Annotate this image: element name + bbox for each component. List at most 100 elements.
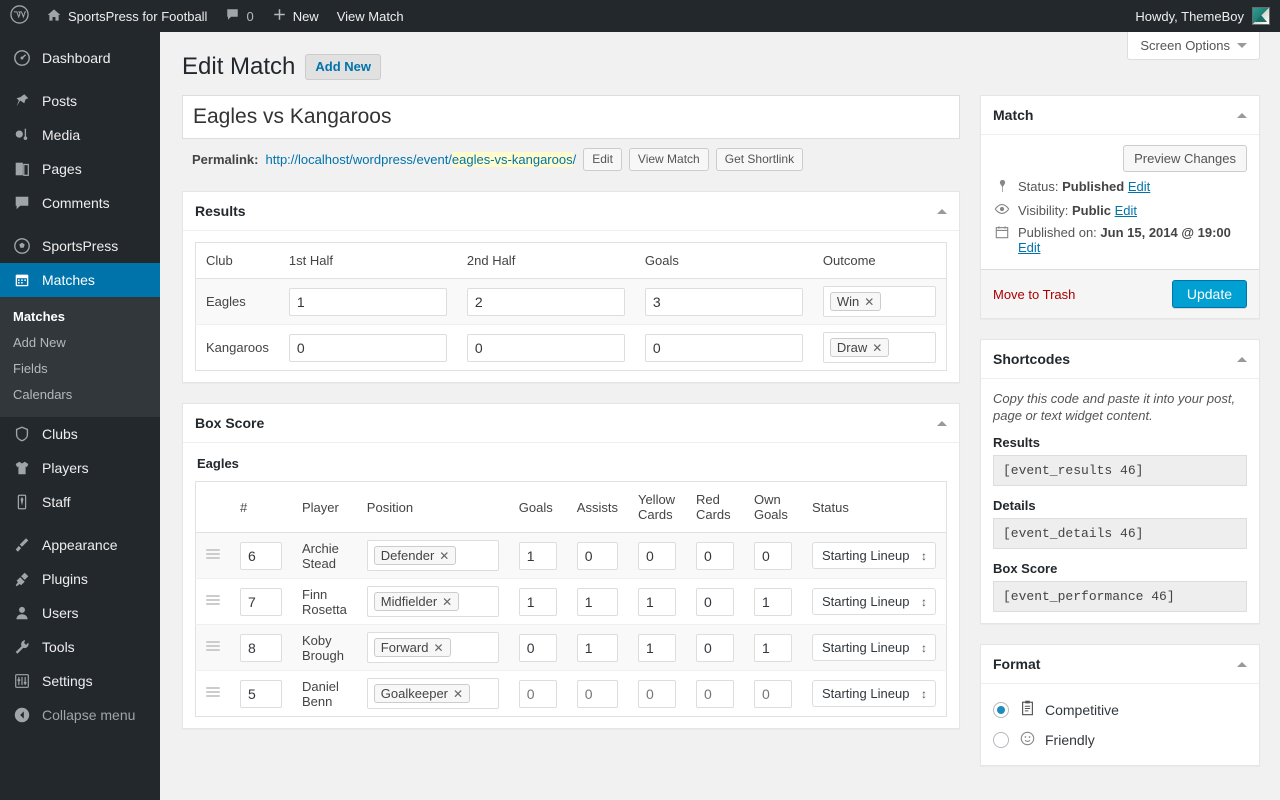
sidebar-item-tools[interactable]: Tools [0,630,160,664]
edit-visibility-link[interactable]: Edit [1115,203,1137,218]
drag-handle-icon[interactable] [206,639,220,653]
chevron-up-icon[interactable] [1237,357,1247,362]
second-half-input[interactable] [467,288,625,316]
sidebar-item-users[interactable]: Users [0,596,160,630]
goals-input[interactable] [519,542,557,570]
submenu-item-matches[interactable]: Matches [0,304,160,330]
drag-cell[interactable] [196,579,231,625]
chevron-up-icon[interactable] [1237,113,1247,118]
preview-changes-button[interactable]: Preview Changes [1123,145,1247,172]
shortcode-code-details[interactable]: [event_details 46] [993,518,1247,549]
sidebar-item-comments[interactable]: Comments [0,186,160,220]
red-cards-input[interactable] [696,634,734,662]
wordpress-logo-button[interactable] [0,0,37,32]
new-content-menu[interactable]: New [263,0,328,32]
player-number-input[interactable] [240,634,282,662]
submenu-item-add-new[interactable]: Add New [0,330,160,356]
red-cards-input[interactable] [696,588,734,616]
goals-input[interactable] [519,634,557,662]
position-tagbox[interactable]: Defender✕ [367,540,499,571]
box-score-postbox-header[interactable]: Box Score [183,404,959,443]
chevron-up-icon[interactable] [1237,662,1247,667]
outcome-tag[interactable]: Win✕ [830,292,881,311]
update-button[interactable]: Update [1172,280,1247,308]
close-icon[interactable]: ✕ [872,341,882,355]
assists-input[interactable] [577,680,618,708]
own-goals-input[interactable] [754,634,792,662]
drag-handle-icon[interactable] [206,593,220,607]
sidebar-item-pages[interactable]: Pages [0,152,160,186]
close-icon[interactable]: ✕ [864,295,874,309]
match-postbox-header[interactable]: Match [981,96,1259,135]
yellow-cards-input[interactable] [638,680,676,708]
goals-input[interactable] [519,588,557,616]
sidebar-item-collapse-menu[interactable]: Collapse menu [0,698,160,732]
results-postbox-header[interactable]: Results [183,192,959,231]
radio-button[interactable] [993,702,1009,718]
view-match-button[interactable]: View Match [629,148,709,171]
sidebar-item-matches[interactable]: Matches [0,263,160,297]
own-goals-input[interactable] [754,542,792,570]
drag-cell[interactable] [196,671,231,717]
radio-button[interactable] [993,732,1009,748]
sidebar-item-settings[interactable]: Settings [0,664,160,698]
sidebar-item-dashboard[interactable]: Dashboard [0,41,160,75]
comments-menu[interactable]: 0 [216,0,262,32]
get-shortlink-button[interactable]: Get Shortlink [716,148,803,171]
shortcode-code-box-score[interactable]: [event_performance 46] [993,581,1247,612]
own-goals-input[interactable] [754,680,792,708]
own-goals-input[interactable] [754,588,792,616]
close-icon[interactable]: ✕ [439,549,449,563]
drag-cell[interactable] [196,625,231,671]
drag-handle-icon[interactable] [206,547,220,561]
position-tag[interactable]: Midfielder✕ [374,592,459,611]
status-select[interactable]: Starting Lineup [812,634,936,661]
player-number-input[interactable] [240,680,282,708]
outcome-tagbox[interactable]: Draw✕ [823,332,936,363]
yellow-cards-input[interactable] [638,634,676,662]
status-select[interactable]: Starting Lineup [812,588,936,615]
first-half-input[interactable] [289,288,447,316]
red-cards-input[interactable] [696,680,734,708]
sidebar-item-players[interactable]: Players [0,451,160,485]
close-icon[interactable]: ✕ [433,641,443,655]
chevron-up-icon[interactable] [937,421,947,426]
close-icon[interactable]: ✕ [442,595,452,609]
status-select[interactable]: Starting Lineup [812,680,936,707]
position-tag[interactable]: Defender✕ [374,546,457,565]
outcome-tag[interactable]: Draw✕ [830,338,889,357]
format-postbox-header[interactable]: Format [981,645,1259,684]
assists-input[interactable] [577,634,618,662]
sidebar-item-appearance[interactable]: Appearance [0,528,160,562]
chevron-up-icon[interactable] [937,209,947,214]
sidebar-item-sportspress[interactable]: SportsPress [0,229,160,263]
assists-input[interactable] [577,588,618,616]
goals-input[interactable] [645,334,803,362]
sidebar-item-clubs[interactable]: Clubs [0,417,160,451]
drag-handle-icon[interactable] [206,685,220,699]
format-option-friendly[interactable]: Friendly [993,725,1247,755]
sidebar-item-posts[interactable]: Posts [0,84,160,118]
sidebar-item-staff[interactable]: Staff [0,485,160,519]
assists-input[interactable] [577,542,618,570]
edit-slug-button[interactable]: Edit [583,148,622,171]
status-select[interactable]: Starting Lineup [812,542,936,569]
format-option-competitive[interactable]: Competitive [993,694,1247,725]
submenu-item-fields[interactable]: Fields [0,356,160,382]
edit-status-link[interactable]: Edit [1128,179,1150,194]
second-half-input[interactable] [467,334,625,362]
shortcode-code-results[interactable]: [event_results 46] [993,455,1247,486]
red-cards-input[interactable] [696,542,734,570]
goals-input[interactable] [645,288,803,316]
view-match-link[interactable]: View Match [328,0,413,32]
yellow-cards-input[interactable] [638,542,676,570]
account-menu[interactable]: Howdy, ThemeBoy [1135,7,1280,25]
edit-published-link[interactable]: Edit [1018,240,1040,255]
add-new-button[interactable]: Add New [305,54,381,80]
position-tagbox[interactable]: Forward✕ [367,632,499,663]
position-tag[interactable]: Forward✕ [374,638,451,657]
player-number-input[interactable] [240,542,282,570]
position-tagbox[interactable]: Goalkeeper✕ [367,678,499,709]
outcome-tagbox[interactable]: Win✕ [823,286,936,317]
player-number-input[interactable] [240,588,282,616]
